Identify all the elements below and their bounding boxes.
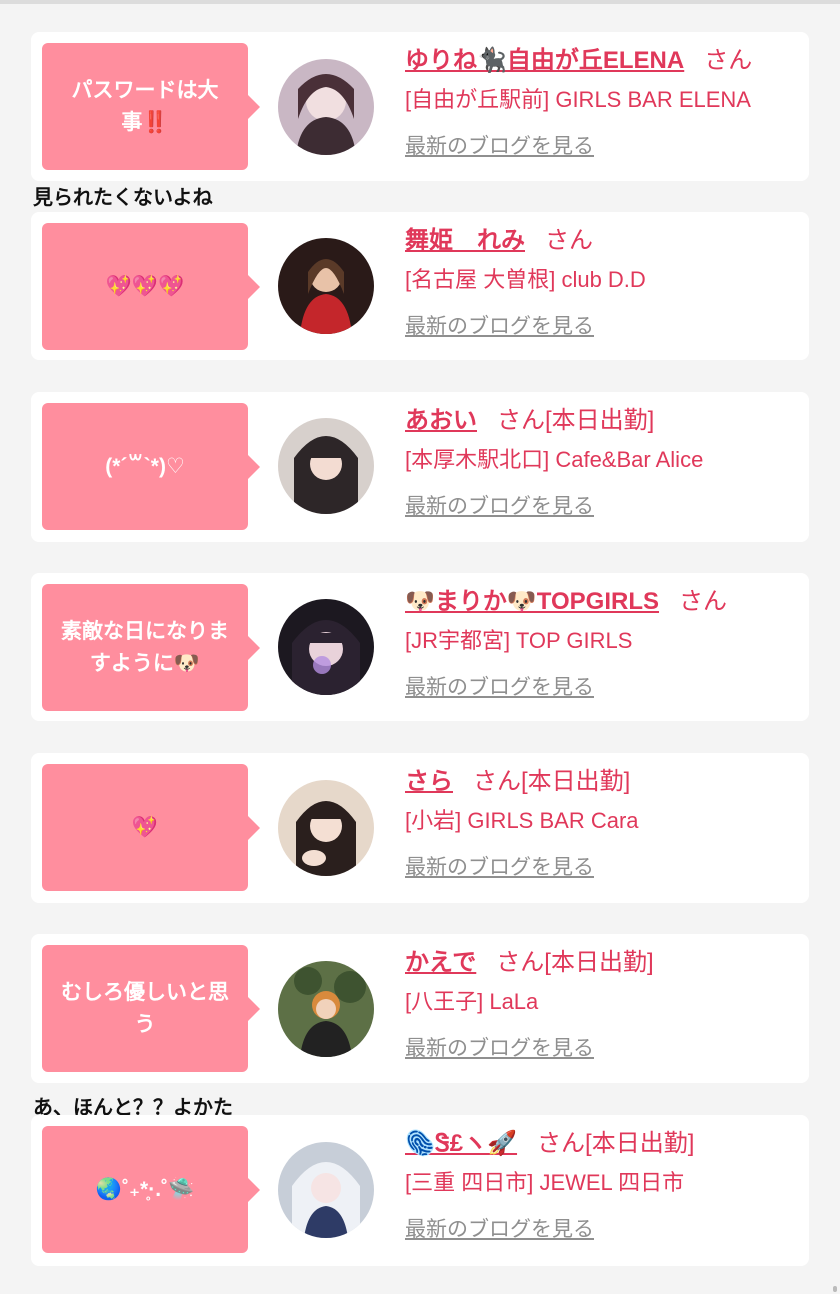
latest-blog-link[interactable]: 最新のブログを見る [405,1213,594,1243]
avatar[interactable] [278,961,374,1057]
name-suffix: さん[本日出勤] [537,1130,695,1157]
comment-text: 見られたくないよね [33,187,213,209]
latest-blog-link[interactable]: 最新のブログを見る [405,490,594,520]
shop-name: [三重 四日市] JEWEL 四日市 [405,1170,685,1195]
comment-bubble: パスワードは大事‼️ [42,43,260,170]
cast-name-link[interactable]: ゆりね🐈‍⬛自由が丘ELENA [405,47,684,74]
name-suffix: さん [704,47,753,74]
name-suffix: さん [545,227,593,254]
shop-name: [八王子] LaLa [405,989,539,1014]
name-suffix: さん[本日出勤] [496,949,654,976]
shop-name: [小岩] GIRLS BAR Cara [405,808,639,833]
blog-card: 💖 さら さん[本日出勤] [小岩] GIRLS BAR Cara 最新のブログを… [31,753,809,903]
scrollbar[interactable] [833,1286,837,1292]
latest-blog-link[interactable]: 最新のブログを見る [405,671,594,701]
avatar[interactable] [278,59,374,155]
blog-card: 🌏˚₊*̥·.˚🛸 🫆Ꮥ£ヽ🚀 さん[本日出勤] [三重 四日市] JEWEL 四… [31,1115,809,1266]
blog-card: むしろ優しいと思う かえで さん[本日出勤] [八王子] LaLa 最新のブログを… [31,934,809,1083]
comment-bubble: 💖 [42,764,260,891]
cast-name-link[interactable]: さら [405,768,453,795]
comment-bubble: 💖💖💖 [42,223,260,350]
blog-card: パスワードは大事‼️ ゆりね🐈‍⬛自由が丘ELENA さん [自由が丘駅前] GI… [31,32,809,181]
latest-blog-link[interactable]: 最新のブログを見る [405,851,594,881]
cast-name-link[interactable]: あおい [405,407,477,434]
name-suffix: さん [679,588,728,615]
latest-blog-link[interactable]: 最新のブログを見る [405,1032,594,1062]
avatar[interactable] [278,599,374,695]
shop-name: [本厚木駅北口] Cafe&Bar Alice [405,447,704,472]
latest-blog-link[interactable]: 最新のブログを見る [405,130,594,160]
blog-card: (*´꒳`*)♡ あおい さん[本日出勤] [本厚木駅北口] Cafe&Bar A… [31,392,809,542]
name-suffix: さん[本日出勤] [473,768,631,795]
avatar[interactable] [278,1142,374,1238]
latest-blog-link[interactable]: 最新のブログを見る [405,310,594,340]
avatar[interactable] [278,780,374,876]
cast-name-link[interactable]: かえで [405,949,476,976]
avatar[interactable] [278,418,374,514]
comment-bubble: (*´꒳`*)♡ [42,403,260,530]
shop-name: [JR宇都宮] TOP GIRLS [405,628,633,653]
name-suffix: さん[本日出勤] [497,407,655,434]
comment-bubble: むしろ優しいと思う [42,945,260,1072]
cast-name-link[interactable]: 舞姫 れみ [405,227,525,254]
blog-card: 素敵な日になりますように🐶 🐶まりか🐶TOPGIRLS さん [JR宇都宮] TO… [31,573,809,721]
comment-bubble: 素敵な日になりますように🐶 [42,584,260,711]
blog-card: 💖💖💖 舞姫 れみ さん [名古屋 大曽根] club D.D 最新のブログを見る [31,212,809,360]
top-divider [0,0,840,4]
cast-name-link[interactable]: 🐶まりか🐶TOPGIRLS [405,588,659,615]
shop-name: [名古屋 大曽根] club D.D [405,267,646,292]
shop-name: [自由が丘駅前] GIRLS BAR ELENA [405,87,751,112]
comment-bubble: 🌏˚₊*̥·.˚🛸 [42,1126,260,1253]
avatar[interactable] [278,238,374,334]
cast-name-link[interactable]: 🫆Ꮥ£ヽ🚀 [405,1130,517,1157]
